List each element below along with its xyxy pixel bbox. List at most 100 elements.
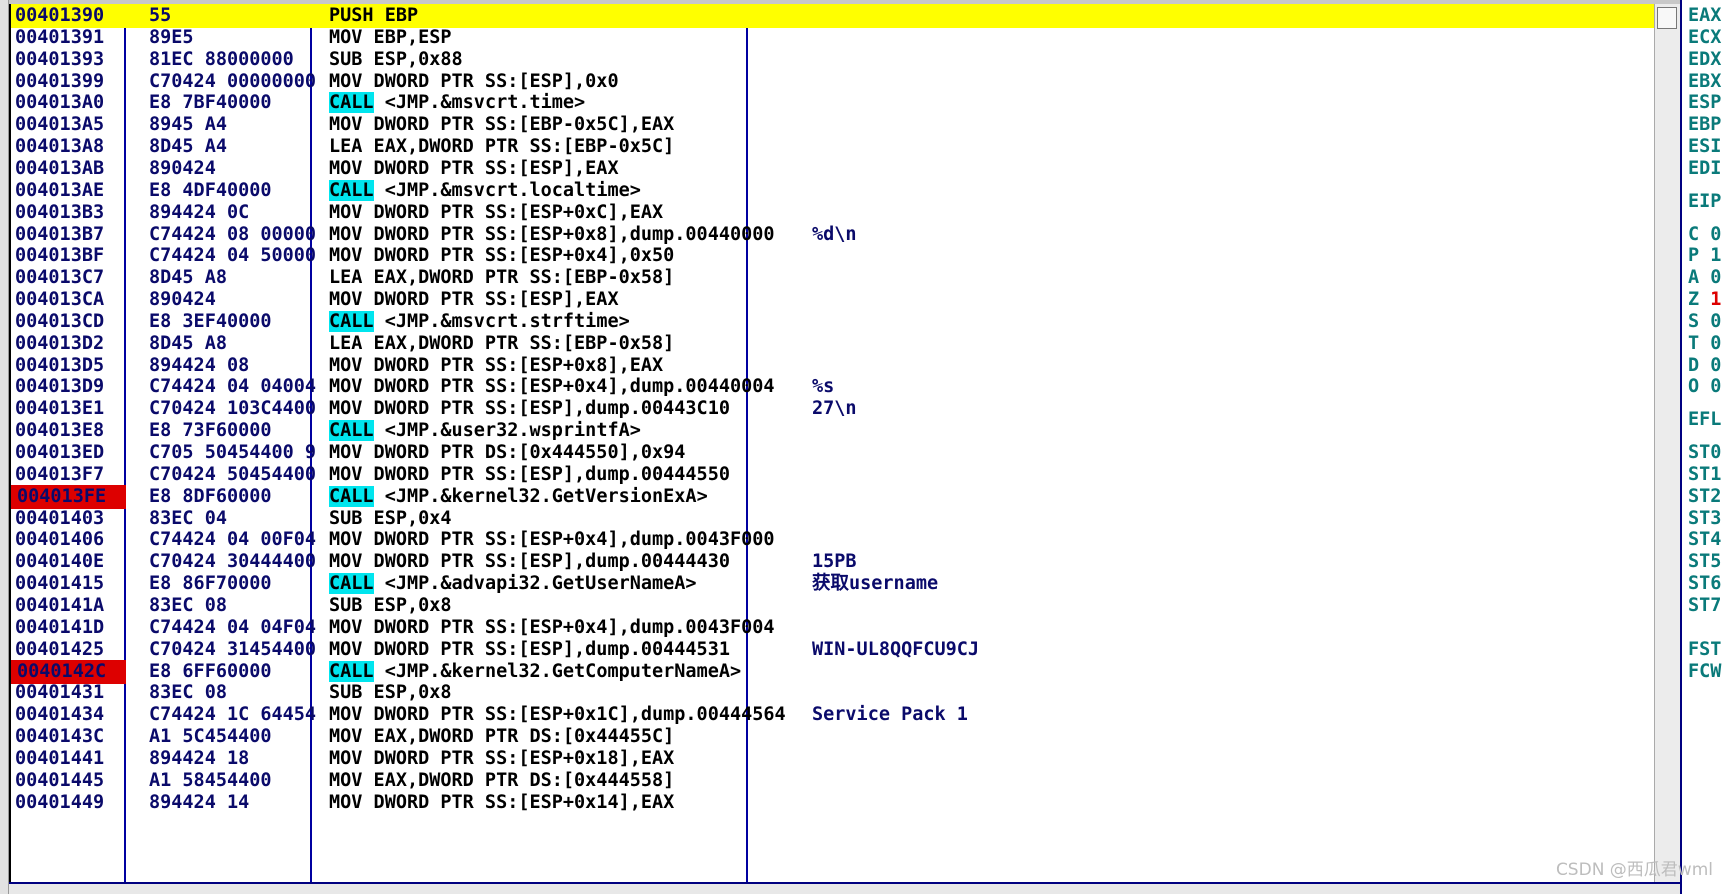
disassembly-cell[interactable]: MOV DWORD PTR SS:[ESP+0x1C],dump.0044456… [329, 703, 809, 727]
address-cell[interactable]: 004013CD [15, 310, 124, 334]
comment-cell[interactable] [812, 91, 1312, 115]
address-cell[interactable]: 0040141A [15, 594, 124, 618]
disassembly-cell[interactable]: MOV DWORD PTR SS:[ESP],EAX [329, 157, 809, 181]
hex-dump-cell[interactable]: A1 5C454400 [149, 725, 329, 749]
disasm-row[interactable]: 004013CA 890424 MOV DWORD PTR SS:[ESP],EAX [11, 288, 1663, 312]
hex-dump-cell[interactable]: 894424 18 [149, 747, 329, 771]
register-label[interactable]: EIP [1688, 190, 1725, 214]
register-label[interactable]: EBP [1688, 113, 1725, 137]
hex-dump-cell[interactable]: C70424 30444400 [149, 550, 329, 574]
disasm-row[interactable]: 00401393 81EC 88000000 SUB ESP,0x88 [11, 48, 1663, 72]
disassembly-cell[interactable]: CALL <JMP.&msvcrt.localtime> [329, 179, 809, 203]
comment-cell[interactable] [812, 594, 1312, 618]
disasm-row[interactable]: 004013E8 E8 73F60000 CALL <JMP.&user32.wsp… [11, 419, 1663, 443]
disasm-row[interactable]: 0040141D C74424 04 04F04 MOV DWORD PTR SS:… [11, 616, 1663, 640]
address-cell[interactable]: 00401415 [15, 572, 124, 596]
disasm-row[interactable]: 004013D5 894424 08 MOV DWORD PTR SS:[ESP+0… [11, 354, 1663, 378]
disassembly-cell[interactable]: MOV DWORD PTR SS:[ESP],dump.00443C10 [329, 397, 809, 421]
address-cell[interactable]: 0040140E [15, 550, 124, 574]
address-cell[interactable]: 004013A0 [15, 91, 124, 115]
breakpoint-address[interactable]: 0040142C [11, 659, 126, 684]
comment-cell[interactable] [812, 791, 1312, 815]
disasm-row[interactable]: 0040143C A1 5C454400 MOV EAX,DWORD PTR DS:… [11, 725, 1663, 749]
hex-dump-cell[interactable]: C70424 50454400 [149, 463, 329, 487]
disassembly-cell[interactable]: MOV EAX,DWORD PTR DS:[0x444558] [329, 769, 809, 793]
hex-dump-cell[interactable]: E8 73F60000 [149, 419, 329, 443]
address-cell[interactable]: 00401431 [15, 681, 124, 705]
disasm-row[interactable]: 00401431 83EC 08 SUB ESP,0x8 [11, 681, 1663, 705]
disasm-row[interactable]: 004013E1 C70424 103C4400 MOV DWORD PTR SS:… [11, 397, 1663, 421]
address-cell[interactable]: 004013AB [15, 157, 124, 181]
register-label[interactable]: A 0 [1688, 266, 1725, 290]
disasm-row[interactable]: 004013B7 C74424 08 00000 MOV DWORD PTR SS:… [11, 223, 1663, 247]
register-label[interactable]: EDX [1688, 48, 1725, 72]
hex-dump-cell[interactable]: 894424 08 [149, 354, 329, 378]
hex-dump-cell[interactable]: C74424 08 00000 [149, 223, 329, 247]
address-cell[interactable]: 00401393 [15, 48, 124, 72]
address-cell[interactable]: 00401390 [15, 4, 124, 28]
comment-cell[interactable] [812, 419, 1312, 443]
hex-dump-cell[interactable]: 890424 [149, 157, 329, 181]
disasm-row[interactable]: 00401399 C70424 00000000 MOV DWORD PTR SS:… [11, 70, 1663, 94]
comment-cell[interactable] [812, 769, 1312, 793]
disassembly-cell[interactable]: MOV DWORD PTR SS:[ESP+0xC],EAX [329, 201, 809, 225]
disasm-row[interactable]: 004013A5 8945 A4 MOV DWORD PTR SS:[EBP-0x5… [11, 113, 1663, 137]
disassembly-cell[interactable]: MOV DWORD PTR SS:[ESP+0x18],EAX [329, 747, 809, 771]
disassembly-cell[interactable]: MOV DWORD PTR SS:[ESP+0x4],0x50 [329, 244, 809, 268]
disassembly-cell[interactable]: SUB ESP,0x8 [329, 594, 809, 618]
disassembly-cell[interactable]: MOV DWORD PTR SS:[ESP],dump.00444550 [329, 463, 809, 487]
disassembly-cell[interactable]: LEA EAX,DWORD PTR SS:[EBP-0x58] [329, 266, 809, 290]
hex-dump-cell[interactable]: 81EC 88000000 [149, 48, 329, 72]
disassembly-cell[interactable]: PUSH EBP [329, 4, 809, 28]
register-label[interactable]: P 1 [1688, 244, 1725, 268]
register-label[interactable]: ESI [1688, 135, 1725, 159]
register-label[interactable]: D 0 [1688, 354, 1725, 378]
disasm-row[interactable]: 004013AE E8 4DF40000 CALL <JMP.&msvcrt.loc… [11, 179, 1663, 203]
hex-dump-cell[interactable]: E8 8DF60000 [149, 485, 329, 509]
hex-dump-cell[interactable]: E8 4DF40000 [149, 179, 329, 203]
disassembly-cell[interactable]: SUB ESP,0x8 [329, 681, 809, 705]
register-label[interactable]: EDI [1688, 157, 1725, 181]
hex-dump-cell[interactable]: C74424 04 04004 [149, 375, 329, 399]
disasm-row[interactable]: 00401403 83EC 04 SUB ESP,0x4 [11, 507, 1663, 531]
disassembly-cell[interactable]: CALL <JMP.&msvcrt.time> [329, 91, 809, 115]
disasm-row[interactable]: 004013F7 C70424 50454400 MOV DWORD PTR SS:… [11, 463, 1663, 487]
disassembly-cell[interactable]: MOV EBP,ESP [329, 26, 809, 50]
comment-cell[interactable] [812, 354, 1312, 378]
register-label[interactable]: ST4 [1688, 528, 1725, 552]
address-cell[interactable]: 004013A8 [15, 135, 124, 159]
register-label[interactable]: ST0 [1688, 441, 1725, 465]
disasm-row[interactable]: 004013FE E8 8DF60000 CALL <JMP.&kernel32.G… [11, 484, 1663, 509]
comment-cell[interactable]: %s [812, 375, 1312, 399]
register-label[interactable]: ECX [1688, 26, 1725, 50]
address-cell[interactable]: 004013E1 [15, 397, 124, 421]
hex-dump-cell[interactable]: C74424 04 04F04 [149, 616, 329, 640]
address-cell[interactable]: 00401441 [15, 747, 124, 771]
comment-cell[interactable] [812, 507, 1312, 531]
address-cell[interactable]: 004013D9 [15, 375, 124, 399]
comment-cell[interactable] [812, 441, 1312, 465]
disasm-row[interactable]: 004013D2 8D45 A8 LEA EAX,DWORD PTR SS:[EBP… [11, 332, 1663, 356]
hex-dump-cell[interactable]: C705 50454400 9 [149, 441, 329, 465]
hex-dump-cell[interactable]: C74424 04 50000 [149, 244, 329, 268]
hex-dump-cell[interactable]: 8D45 A8 [149, 332, 329, 356]
disasm-row[interactable]: 004013BF C74424 04 50000 MOV DWORD PTR SS:… [11, 244, 1663, 268]
address-cell[interactable]: 004013A5 [15, 113, 124, 137]
register-label[interactable]: EBX [1688, 70, 1725, 94]
comment-cell[interactable]: Service Pack 1 [812, 703, 1312, 727]
register-label[interactable]: ST7 [1688, 594, 1725, 618]
disasm-row[interactable]: 004013C7 8D45 A8 LEA EAX,DWORD PTR SS:[EBP… [11, 266, 1663, 290]
address-cell[interactable]: 004013D5 [15, 354, 124, 378]
comment-cell[interactable] [812, 616, 1312, 640]
comment-cell[interactable]: 27\n [812, 397, 1312, 421]
comment-cell[interactable] [812, 463, 1312, 487]
hex-dump-cell[interactable]: C70424 103C4400 [149, 397, 329, 421]
hex-dump-cell[interactable]: 89E5 [149, 26, 329, 50]
disassembly-cell[interactable]: LEA EAX,DWORD PTR SS:[EBP-0x58] [329, 332, 809, 356]
disassembly-cell[interactable]: SUB ESP,0x88 [329, 48, 809, 72]
comment-cell[interactable] [812, 201, 1312, 225]
disasm-row[interactable]: 004013B3 894424 0C MOV DWORD PTR SS:[ESP+0… [11, 201, 1663, 225]
register-label[interactable]: FST [1688, 638, 1725, 662]
hex-dump-cell[interactable]: 83EC 04 [149, 507, 329, 531]
hex-dump-cell[interactable]: E8 86F70000 [149, 572, 329, 596]
